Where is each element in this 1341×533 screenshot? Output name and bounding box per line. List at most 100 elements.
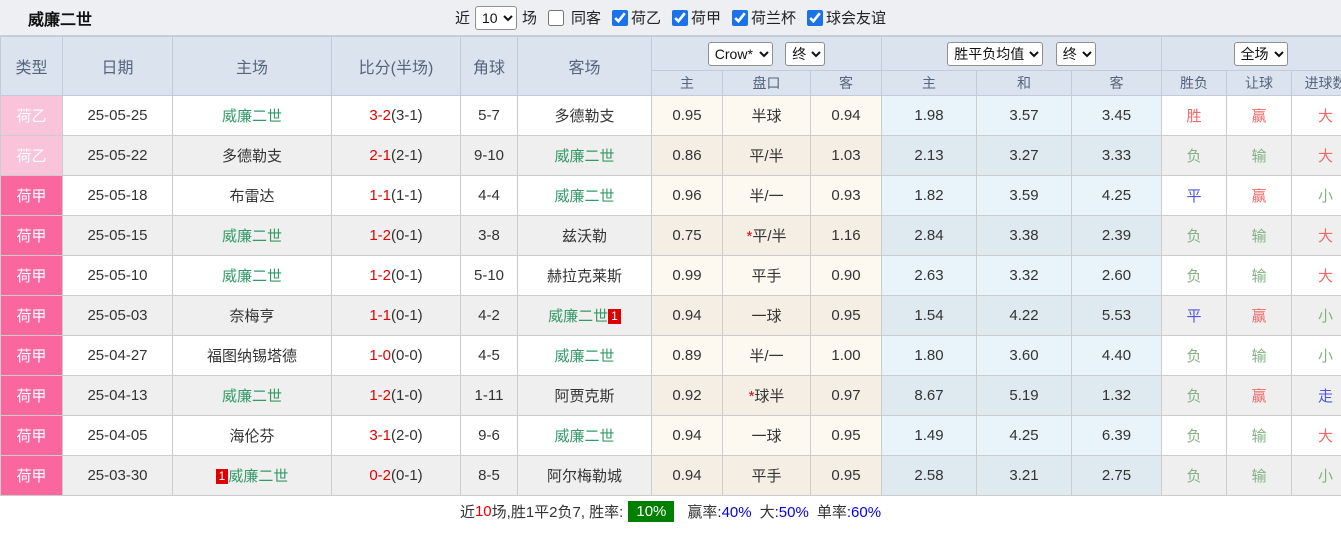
result-cell: 平 xyxy=(1162,296,1227,336)
ah-home-odds: 0.89 xyxy=(652,336,723,376)
home-team-name: 威廉二世 xyxy=(222,268,282,285)
ah-away-odds: 0.97 xyxy=(811,376,882,416)
league-filter-checkbox[interactable] xyxy=(807,10,823,26)
europe-odds-select[interactable]: 胜平负均值 xyxy=(947,42,1043,66)
bookmaker-select[interactable]: Crow* xyxy=(708,42,773,66)
home-team-name: 奈梅亨 xyxy=(229,308,274,325)
stat-value: :60% xyxy=(847,504,881,521)
eu-home-odds: 2.58 xyxy=(882,456,977,496)
eu-home-odds: 1.82 xyxy=(882,176,977,216)
home-team-cell: 威廉二世 xyxy=(173,376,332,416)
home-team-cell: 威廉二世 xyxy=(173,96,332,136)
goals-result-cell: 大 xyxy=(1292,216,1341,256)
halftime-score: (3-1) xyxy=(391,107,423,124)
subcol-ah-away: 客 xyxy=(811,71,882,96)
recent-count-select[interactable]: 10 xyxy=(475,6,517,30)
result-cell: 负 xyxy=(1162,376,1227,416)
ah-home-odds: 0.75 xyxy=(652,216,723,256)
match-row: 荷甲 25-03-30 1威廉二世 0-2(0-1) 8-5 阿尔梅勒城 0.9… xyxy=(1,456,1341,496)
corners-cell: 4-5 xyxy=(461,336,518,376)
ah-line-text: 半/一 xyxy=(749,348,783,365)
score-cell: 1-1(0-1) xyxy=(332,296,461,336)
stat-label: 赢率 xyxy=(687,504,717,521)
halftime-score: (0-1) xyxy=(391,227,423,244)
europe-odds-group-header: 胜平负均值 终 xyxy=(882,37,1162,71)
ah-line: 半/一 xyxy=(723,336,811,376)
handicap-time-select[interactable]: 终 xyxy=(785,42,825,66)
away-team-cell: 阿贾克斯 xyxy=(518,376,652,416)
summary-bar: 近10场,胜1平2负7, 胜率:10% 赢率:40% 大:50% 单率:60% xyxy=(0,496,1341,526)
fulltime-score: 1-1 xyxy=(369,187,391,204)
fulltime-score: 1-0 xyxy=(369,347,391,364)
away-team-name: 阿尔梅勒城 xyxy=(547,468,622,485)
handicap-group-header: Crow* 终 xyxy=(652,37,882,71)
handicap-result-cell: 赢 xyxy=(1227,96,1292,136)
stat-value: :50% xyxy=(775,504,809,521)
home-team-name: 威廉二世 xyxy=(228,468,288,485)
halftime-score: (2-1) xyxy=(391,147,423,164)
summary-stat: 单率:60% xyxy=(817,501,881,522)
ah-line-text: 平/半 xyxy=(749,148,783,165)
league-filter-label: 荷甲 xyxy=(691,7,721,28)
subcol-result: 胜负 xyxy=(1162,71,1227,96)
match-row: 荷甲 25-04-05 海伦芬 3-1(2-0) 9-6 威廉二世 0.94 一… xyxy=(1,416,1341,456)
ah-home-odds: 0.94 xyxy=(652,416,723,456)
ah-away-odds: 0.95 xyxy=(811,456,882,496)
match-row: 荷甲 25-05-03 奈梅亨 1-1(0-1) 4-2 威廉二世1 0.94 … xyxy=(1,296,1341,336)
corners-cell: 5-7 xyxy=(461,96,518,136)
match-date: 25-05-25 xyxy=(63,96,173,136)
same-away-checkbox[interactable] xyxy=(548,10,564,26)
away-team-cell: 威廉二世 xyxy=(518,416,652,456)
ah-home-odds: 0.99 xyxy=(652,256,723,296)
league-filter[interactable]: 荷甲 xyxy=(666,7,721,28)
ah-line-text: 半球 xyxy=(751,108,781,125)
match-date: 25-05-10 xyxy=(63,256,173,296)
home-team-name: 布雷达 xyxy=(229,188,274,205)
home-team-cell: 1威廉二世 xyxy=(173,456,332,496)
corners-cell: 1-11 xyxy=(461,376,518,416)
league-filter-checkbox[interactable] xyxy=(612,10,628,26)
ah-away-odds: 1.00 xyxy=(811,336,882,376)
match-row: 荷甲 25-05-18 布雷达 1-1(1-1) 4-4 威廉二世 0.96 半… xyxy=(1,176,1341,216)
home-team-cell: 奈梅亨 xyxy=(173,296,332,336)
summary-count: 10 xyxy=(475,503,492,520)
away-team-cell: 威廉二世 xyxy=(518,136,652,176)
toolbar: 威廉二世 近 10 场 同客 荷乙 荷甲 xyxy=(0,0,1341,36)
ah-line-text: 平/半 xyxy=(752,228,786,245)
eu-home-odds: 8.67 xyxy=(882,376,977,416)
match-date: 25-03-30 xyxy=(63,456,173,496)
eu-draw-odds: 3.27 xyxy=(977,136,1072,176)
league-filter-checkbox[interactable] xyxy=(732,10,748,26)
ah-line: 半球 xyxy=(723,96,811,136)
league-filter-label: 荷兰杯 xyxy=(751,7,796,28)
col-header-corners: 角球 xyxy=(461,37,518,96)
league-filter[interactable]: 荷兰杯 xyxy=(726,7,796,28)
away-team-name: 多德勒支 xyxy=(554,108,614,125)
eu-draw-odds: 3.38 xyxy=(977,216,1072,256)
ah-line-text: 一球 xyxy=(751,428,781,445)
handicap-result-cell: 输 xyxy=(1227,416,1292,456)
league-badge: 荷甲 xyxy=(1,416,63,456)
corners-cell: 4-2 xyxy=(461,296,518,336)
recent-label: 近 xyxy=(455,7,470,28)
match-date: 25-04-27 xyxy=(63,336,173,376)
ah-away-odds: 0.95 xyxy=(811,416,882,456)
eu-away-odds: 5.53 xyxy=(1072,296,1162,336)
league-filter-checkbox[interactable] xyxy=(672,10,688,26)
subcol-ah-line: 盘口 xyxy=(723,71,811,96)
ah-line: 平/半 xyxy=(723,136,811,176)
col-header-type: 类型 xyxy=(1,37,63,96)
handicap-result-cell: 赢 xyxy=(1227,376,1292,416)
score-cell: 1-2(0-1) xyxy=(332,216,461,256)
league-filter[interactable]: 球会友谊 xyxy=(801,7,886,28)
ah-away-odds: 0.94 xyxy=(811,96,882,136)
goals-result-cell: 小 xyxy=(1292,176,1341,216)
period-select[interactable]: 全场 xyxy=(1234,42,1288,66)
league-badge: 荷甲 xyxy=(1,296,63,336)
result-cell: 负 xyxy=(1162,136,1227,176)
europe-time-select[interactable]: 终 xyxy=(1056,42,1096,66)
goals-result-cell: 小 xyxy=(1292,296,1341,336)
league-filter[interactable]: 荷乙 xyxy=(606,7,661,28)
handicap-result-cell: 输 xyxy=(1227,456,1292,496)
period-group-header: 全场 xyxy=(1162,37,1341,71)
